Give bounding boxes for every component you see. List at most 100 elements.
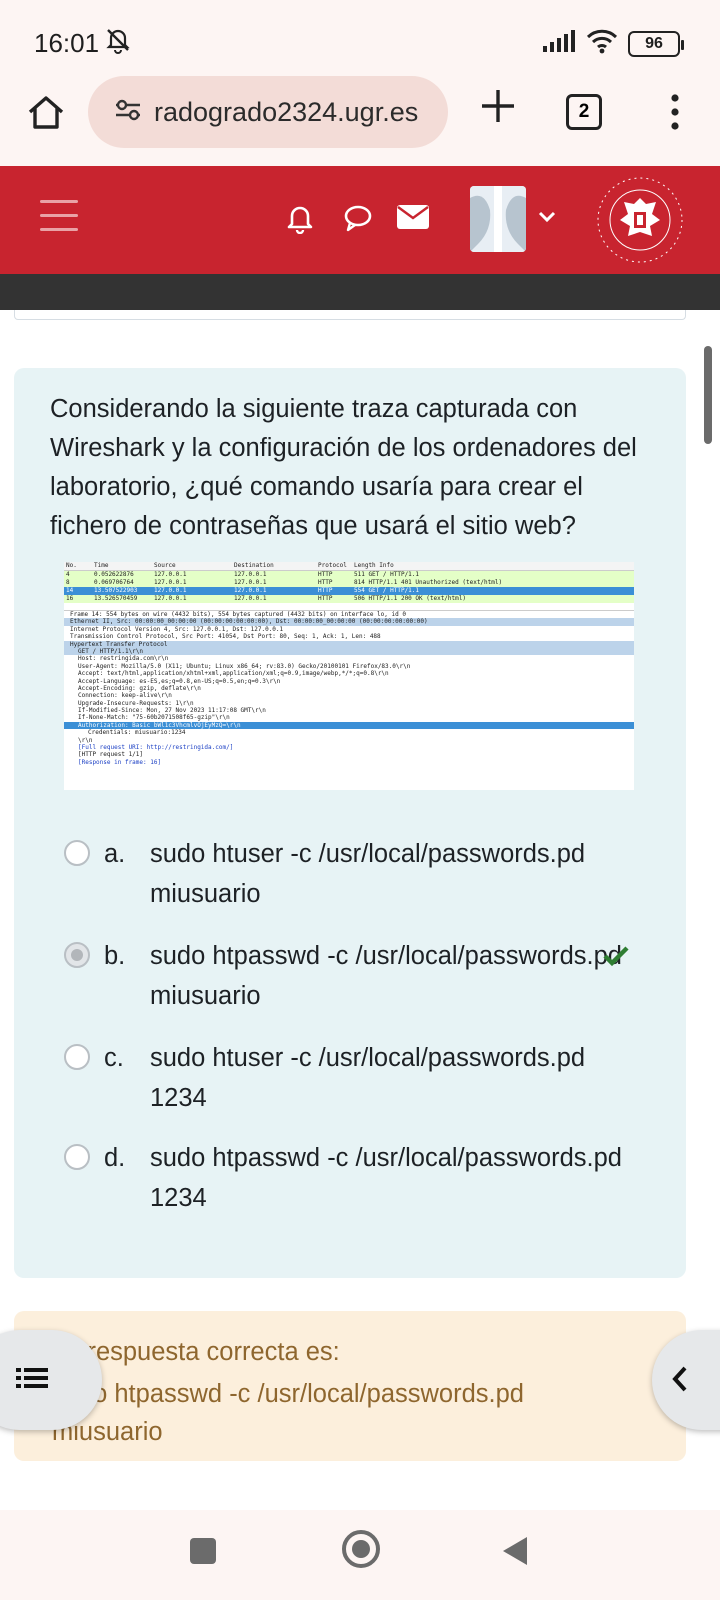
recent-apps-icon[interactable] <box>190 1538 216 1564</box>
col-length-info: Length Info <box>354 562 394 569</box>
chevron-left-icon <box>670 1364 690 1399</box>
university-seal-logo <box>594 174 686 266</box>
radio-option-a[interactable] <box>64 840 90 866</box>
packet-protocol: HTTP <box>318 595 333 602</box>
question-card: Considerando la siguiente traza capturad… <box>14 368 686 1278</box>
page: 16:01 96 radogrado2324.ugr.es 2 Consider… <box>0 0 720 1600</box>
packet-source: 127.0.0.1 <box>154 579 187 586</box>
secondary-nav-bar <box>0 274 720 310</box>
packet-row: 4 0.052622876 127.0.0.1 127.0.0.1 HTTP 511 GE… <box>64 571 634 579</box>
detail-line: User-Agent: Mozilla/5.0 (X11; Ubuntu; Li… <box>78 662 411 670</box>
packet-info: 511 GET / HTTP/1.1 <box>354 571 420 578</box>
packet-no: 8 <box>66 579 70 586</box>
list-icon <box>16 1366 48 1399</box>
col-source: Source <box>154 562 176 569</box>
col-no: No. <box>66 562 77 569</box>
system-navigation-bar <box>0 1512 720 1600</box>
option-text: sudo htpasswd -c /usr/local/passwords.pd… <box>150 1144 622 1212</box>
detail-line: \r\n <box>78 736 93 744</box>
option-text: sudo htuser -c /usr/local/passwords.pd m… <box>150 840 586 908</box>
packet-source: 127.0.0.1 <box>154 595 187 602</box>
hamburger-menu-icon[interactable] <box>40 200 78 236</box>
correct-check-icon <box>602 940 630 980</box>
new-tab-icon[interactable] <box>476 84 520 128</box>
detail-line: Accept-Encoding: gzip, deflate\r\n <box>78 684 201 692</box>
detail-line: Credentials: miusuario:1234 <box>88 729 186 737</box>
messages-chat-icon[interactable] <box>342 202 374 239</box>
detail-line: Hypertext Transfer Protocol <box>64 640 634 648</box>
packet-details-tree: Frame 14: 554 bytes on wire (4432 bits),… <box>64 611 634 766</box>
detail-line: Upgrade-Insecure-Requests: 1\r\n <box>78 699 194 707</box>
packet-row: 16 13.526570459 127.0.0.1 127.0.0.1 HTTP 506 … <box>64 595 634 603</box>
url-bar[interactable]: radogrado2324.ugr.es <box>88 76 448 148</box>
status-icons: 96 <box>542 28 684 59</box>
option-letter: a. <box>104 840 126 868</box>
home-icon[interactable] <box>24 90 68 134</box>
detail-line: Transmission Control Protocol, Src Port:… <box>70 633 381 641</box>
site-settings-icon[interactable] <box>114 98 142 127</box>
packet-time: 0.069706764 <box>94 579 134 586</box>
site-header <box>0 166 720 274</box>
packet-row-selected: 14 13.507522903 127.0.0.1 127.0.0.1 HTTP 554 … <box>64 587 634 595</box>
url-text[interactable]: radogrado2324.ugr.es <box>154 97 418 128</box>
page-scrollbar[interactable] <box>704 346 712 444</box>
detail-line: Accept: text/html,application/xhtml+xml,… <box>78 670 389 678</box>
detail-line: GET / HTTP/1.1\r\n <box>64 647 634 656</box>
question-text: Considerando la siguiente traza capturad… <box>50 395 637 540</box>
col-time: Time <box>94 562 109 569</box>
status-time: 16:01 <box>34 28 100 58</box>
col-destination: Destination <box>234 562 274 569</box>
packet-protocol: HTTP <box>318 571 333 578</box>
packet-source: 127.0.0.1 <box>154 587 187 594</box>
status-bar: 16:01 96 <box>0 0 720 80</box>
packet-source: 127.0.0.1 <box>154 571 187 578</box>
packet-destination: 127.0.0.1 <box>234 587 267 594</box>
muted-bell-icon <box>104 26 132 59</box>
overflow-menu-icon[interactable] <box>660 90 690 134</box>
packet-time: 13.507522903 <box>94 587 138 594</box>
signal-icon <box>542 29 576 58</box>
home-circle-icon[interactable] <box>342 1530 380 1568</box>
option-text: sudo htpasswd -c /usr/local/passwords.pd… <box>150 942 622 1010</box>
packet-no: 14 <box>66 587 74 594</box>
detail-line: [Response in frame: 16] <box>78 758 162 766</box>
radio-option-b[interactable] <box>64 942 90 968</box>
detail-line: Ethernet II, Src: 00:00:00_00:00:00 (00:… <box>64 618 634 626</box>
radio-option-d[interactable] <box>64 1144 90 1170</box>
packet-time: 13.526570459 <box>94 595 138 602</box>
packet-info: 506 HTTP/1.1 200 OK (text/html) <box>354 595 466 602</box>
col-protocol: Protocol <box>318 562 347 569</box>
packet-info: 814 HTTP/1.1 401 Unauthorized (text/html… <box>354 579 503 586</box>
option-letter: d. <box>104 1144 126 1172</box>
packet-destination: 127.0.0.1 <box>234 595 267 602</box>
packet-destination: 127.0.0.1 <box>234 571 267 578</box>
packet-time: 0.052622876 <box>94 571 134 578</box>
packet-list-spacer <box>64 603 634 611</box>
detail-line: Accept-Language: es-ES,es;q=0.8,en-US;q=… <box>78 677 281 685</box>
detail-line: [HTTP request 1/1] <box>78 751 144 759</box>
detail-line-selected: Authorization: Basic bWl1c3VhcmlvOjEyMzQ… <box>64 721 634 730</box>
notifications-bell-icon[interactable] <box>285 202 315 239</box>
quiz-navigation-drawer-button[interactable] <box>0 1330 102 1430</box>
feedback-answer: sudo htpasswd -c /usr/local/passwords.pd… <box>52 1380 524 1446</box>
packet-info: 554 GET / HTTP/1.1 <box>354 587 420 594</box>
packet-no: 16 <box>66 595 74 602</box>
feedback-box: La respuesta correcta es: sudo htpasswd … <box>14 1311 686 1461</box>
mail-envelope-icon[interactable] <box>396 204 430 235</box>
previous-card-edge <box>14 310 686 320</box>
tab-switcher-button[interactable]: 2 <box>566 94 602 130</box>
packet-row: 8 0.069706764 127.0.0.1 127.0.0.1 HTTP 814 HT… <box>64 579 634 587</box>
battery-indicator: 96 <box>628 30 684 57</box>
user-avatar[interactable] <box>470 186 526 252</box>
detail-line: [Full request URI: http://restringida.co… <box>78 744 234 752</box>
packet-list-header: No. Time Source Destination Protocol Len… <box>64 562 634 571</box>
detail-line: Host: restringida.com\r\n <box>78 655 169 663</box>
option-letter: c. <box>104 1044 124 1072</box>
wifi-icon <box>586 28 618 59</box>
chevron-down-icon[interactable] <box>538 210 556 229</box>
radio-option-c[interactable] <box>64 1044 90 1070</box>
detail-line: Frame 14: 554 bytes on wire (4432 bits),… <box>70 611 406 618</box>
browser-toolbar: radogrado2324.ugr.es 2 <box>0 72 720 164</box>
detail-line: If-None-Match: "75-60b2071508f65-gzip"\r… <box>78 714 230 722</box>
back-triangle-icon[interactable] <box>503 1537 527 1565</box>
